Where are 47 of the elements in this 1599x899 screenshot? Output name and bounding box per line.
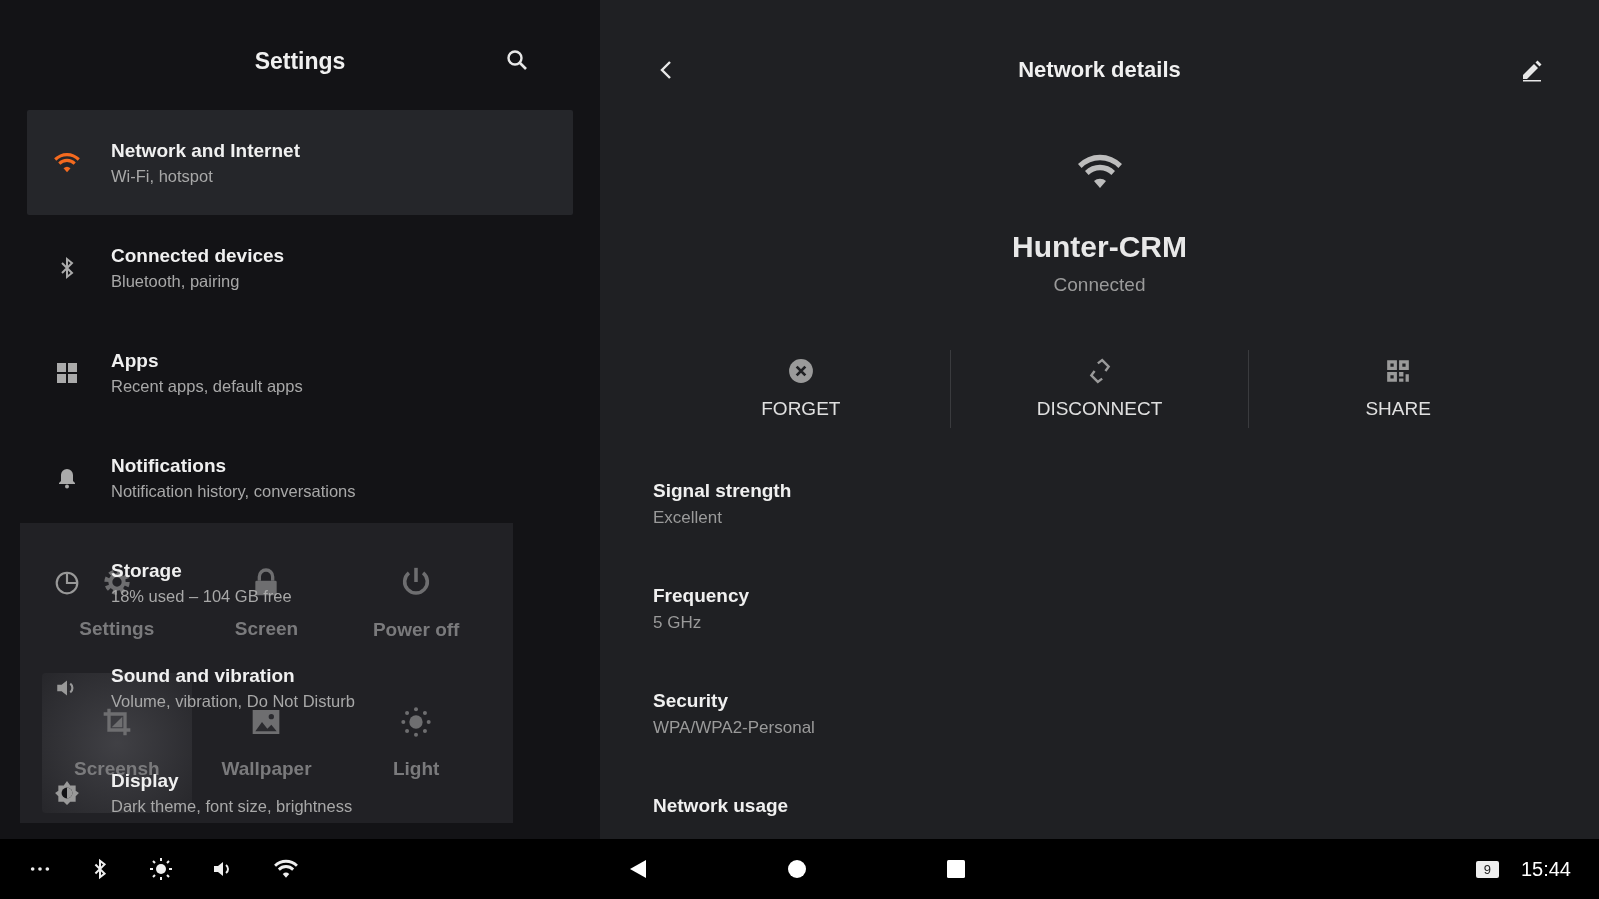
- detail-value: WPA/WPA2-Personal: [653, 718, 816, 738]
- quick-tile-label[interactable]: Wallpaper: [221, 758, 312, 780]
- detail-label: Frequency: [653, 585, 751, 607]
- item-title: Connected devices: [111, 244, 285, 267]
- item-title: Network and Internet: [111, 139, 300, 162]
- quick-tile-label[interactable]: Settings: [79, 618, 155, 640]
- action-button[interactable]: SHARE: [1249, 354, 1547, 424]
- network-name: Hunter-CRM: [1012, 230, 1187, 264]
- qr-code-icon: [1385, 358, 1412, 384]
- detail-value: 5 GHz: [653, 613, 703, 633]
- item-subtitle: Notification history, conversations: [111, 481, 356, 501]
- detail-label: Security: [653, 690, 729, 712]
- brightness-icon: [54, 779, 80, 806]
- item-subtitle: Wi-Fi, hotspot: [111, 166, 213, 186]
- brightness-icon[interactable]: [149, 857, 173, 881]
- quick-tile-label[interactable]: Power off: [372, 619, 460, 641]
- settings-item[interactable]: Network and Internet Wi-Fi, hotspot: [27, 110, 573, 215]
- item-title: Storage: [111, 559, 182, 582]
- detail-value: Excellent: [653, 508, 723, 528]
- item-title: Sound and vibration: [111, 664, 295, 687]
- pencil-icon[interactable]: [1520, 58, 1544, 82]
- item-subtitle: Recent apps, default apps: [111, 376, 303, 396]
- item-subtitle: Dark theme, font size, brightness: [111, 796, 353, 816]
- close-icon: [787, 358, 814, 384]
- quick-tile-label[interactable]: Light: [392, 758, 440, 780]
- sun-icon: [400, 706, 433, 738]
- item-title: Notifications: [111, 454, 227, 477]
- back-icon[interactable]: [628, 859, 648, 879]
- action-button[interactable]: DISCONNECT: [950, 354, 1249, 424]
- item-subtitle: Volume, vibration, Do Not Disturb: [111, 691, 355, 711]
- connection-status: Connected: [1053, 274, 1146, 296]
- apps-grid-icon: [55, 360, 79, 385]
- pie-icon: [54, 569, 80, 596]
- recents-icon[interactable]: [946, 859, 966, 879]
- item-title: Apps: [111, 349, 159, 372]
- search-icon[interactable]: [505, 48, 529, 72]
- notification-badge[interactable]: 9: [1475, 860, 1499, 878]
- page-title: Network details: [1018, 57, 1181, 83]
- detail-label: Network usage: [653, 795, 790, 817]
- clock: 15:44: [1520, 857, 1571, 881]
- action-button[interactable]: FORGET: [652, 354, 950, 424]
- page-title: Settings: [254, 47, 346, 75]
- quick-tile-label[interactable]: Screen: [234, 618, 299, 640]
- home-icon[interactable]: [787, 859, 807, 879]
- item-subtitle: Bluetooth, pairing: [111, 271, 240, 291]
- item-subtitle: 18% used – 104 GB free: [111, 586, 292, 606]
- detail-label: Signal strength: [653, 480, 793, 502]
